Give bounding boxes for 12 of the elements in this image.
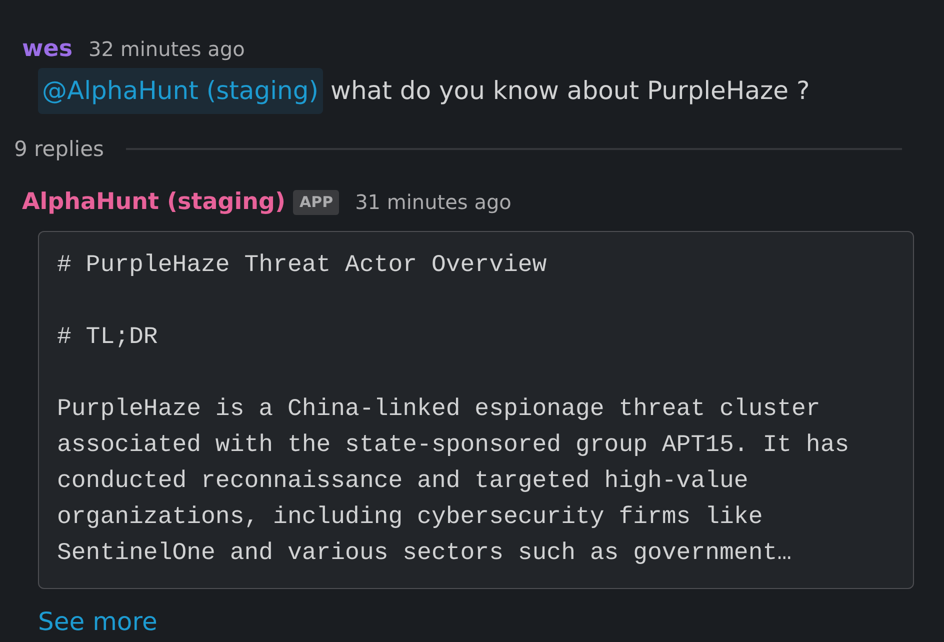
code-text: # PurpleHaze Threat Actor Overview — [57, 251, 548, 281]
author-name[interactable]: wes — [22, 34, 73, 64]
reply-count: 9 replies — [14, 136, 104, 163]
code-text: # TL;DR — [57, 323, 159, 353]
mention-link[interactable]: @AlphaHunt (staging) — [38, 68, 323, 114]
see-more-link[interactable]: See more — [38, 605, 158, 639]
timestamp[interactable]: 31 minutes ago — [355, 188, 512, 216]
message-text: what do you know about PurpleHaze ? — [330, 75, 810, 107]
app-badge: APP — [293, 190, 340, 214]
author-name[interactable]: AlphaHunt (staging) — [22, 187, 286, 217]
timestamp[interactable]: 32 minutes ago — [88, 35, 245, 63]
code-text: PurpleHaze is a China-linked espionage threat cluster associated with the state-sponsored group APT15. It has conducted reconnaissance and targeted high-value organizations, including cybersecurity firms like SentinelOne and various sectors such as government… — [57, 395, 850, 569]
